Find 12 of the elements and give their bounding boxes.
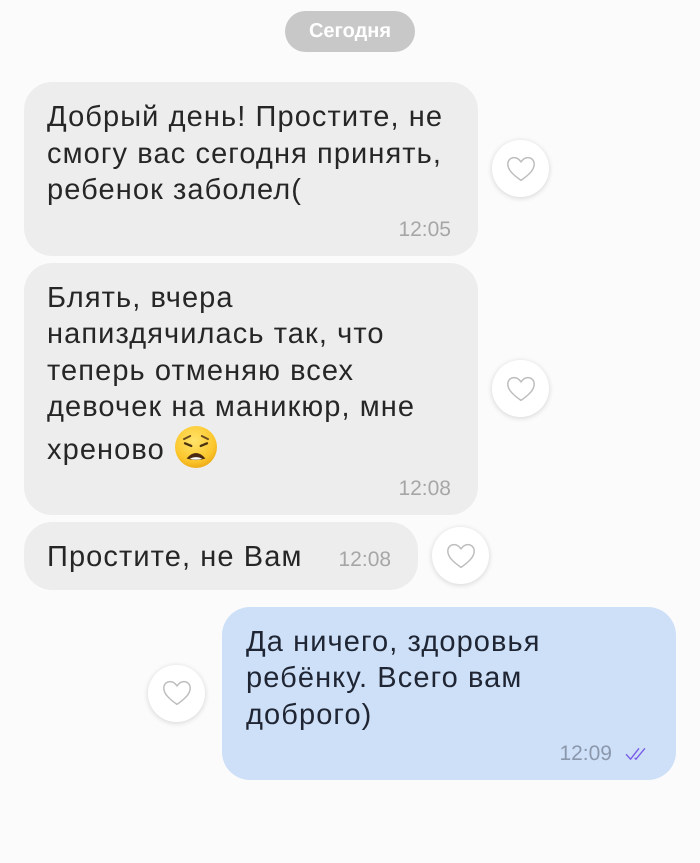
message-text: Простите, не Вам <box>47 541 302 573</box>
like-button[interactable] <box>492 360 549 418</box>
like-button[interactable] <box>492 140 549 198</box>
message-time: 12:05 <box>398 218 451 242</box>
message-text: Да ничего, здоровья ребёнку. Всего вам доброго) <box>246 626 541 730</box>
message-text: Добрый день! Простите, не смогу вас сегодня принять, ребенок заболел( <box>47 101 444 206</box>
message-time: 12:08 <box>338 548 392 572</box>
like-button[interactable] <box>432 527 490 584</box>
message-time: 12:08 <box>398 477 451 501</box>
message-time: 12:09 <box>559 742 612 766</box>
like-button[interactable] <box>148 664 205 722</box>
message-text: Блять, вчера напиздячилась так, что теперь отменяю всех девочек на маникюр, мне хреново <box>47 282 416 466</box>
